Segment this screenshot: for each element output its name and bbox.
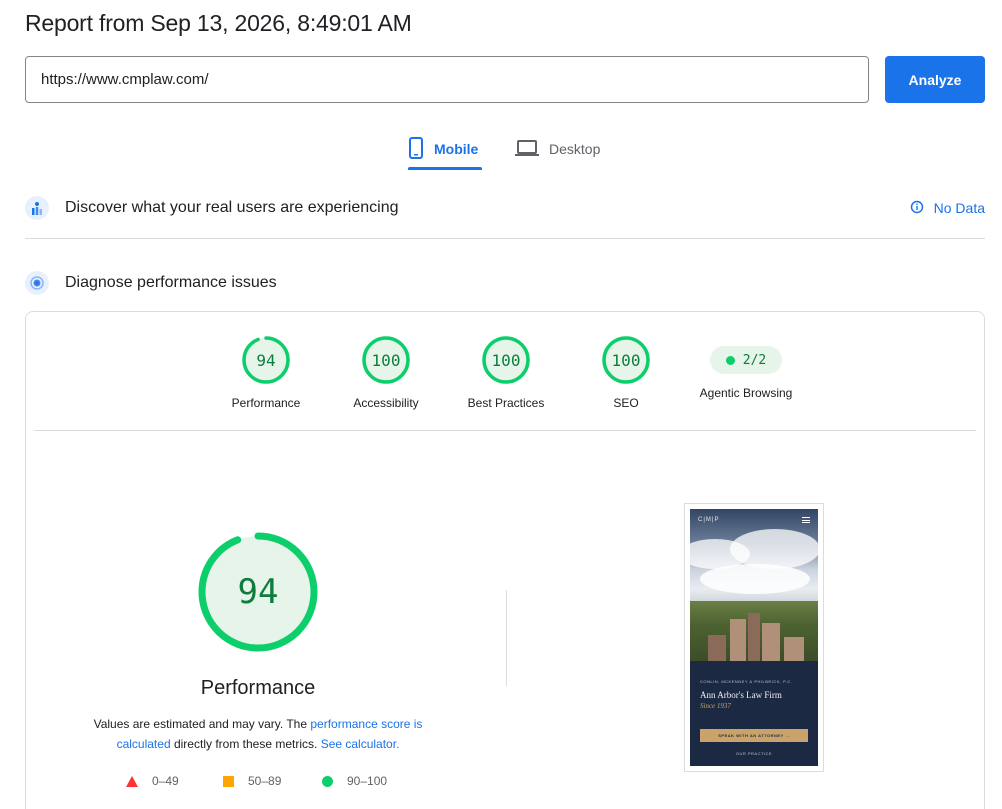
smartphone-icon — [408, 136, 424, 162]
url-input[interactable] — [25, 56, 869, 103]
screenshot-link: OUR PRACTICE — [735, 751, 773, 756]
tab-mobile-label: Mobile — [434, 141, 479, 157]
no-data-label: No Data — [933, 200, 985, 216]
screenshot-heading: Ann Arbor's Law Firm — [700, 690, 782, 700]
legend-pass-label: 90–100 — [347, 774, 388, 788]
average-square-icon — [223, 775, 234, 787]
performance-explanation: Values are estimated and may vary. The p… — [78, 714, 438, 754]
performance-big-score: 94 — [237, 572, 279, 612]
report-title: Report from Sep 13, 2026, 8:49:01 AM — [25, 10, 412, 36]
screenshot-brand: C|M|P — [698, 517, 720, 523]
gauge-score: 100 — [491, 350, 521, 370]
gauge-ring: 94 — [242, 336, 290, 384]
screenshot-tagline: CONLIN, MCKENNEY & PHILBRICK, P.C. — [700, 679, 793, 684]
gauge-label: SEO — [613, 396, 639, 410]
legend-average-label: 50–89 — [248, 774, 282, 788]
agentic-score: 2/2 — [742, 352, 767, 368]
analyze-button[interactable]: Analyze — [885, 56, 985, 103]
device-tabs: Mobile Desktop — [0, 128, 1002, 172]
gauge-accessibility[interactable]: 100 Accessibility — [326, 336, 446, 410]
gauge-label: Accessibility — [353, 396, 419, 410]
page-screenshot-image: C|M|P CONLIN, MCKENNEY & PHILBRICK, P.C.… — [690, 509, 818, 766]
users-chart-icon — [25, 196, 49, 220]
gauge-seo[interactable]: 100 SEO — [566, 336, 686, 410]
explain-prefix: Values are estimated and may vary. The — [93, 717, 308, 731]
active-tab-indicator — [408, 167, 482, 170]
tab-mobile[interactable]: Mobile — [408, 128, 482, 170]
screenshot-menu-icon — [802, 517, 810, 523]
field-data-title: Discover what your real users are experi… — [65, 199, 399, 216]
explain-middle: directly from these metrics. — [173, 737, 318, 751]
final-screenshot[interactable]: C|M|P CONLIN, MCKENNEY & PHILBRICK, P.C.… — [684, 503, 824, 772]
legend-average: 50–89 — [223, 774, 281, 788]
gauge-score: 100 — [611, 350, 641, 370]
card-divider — [34, 430, 976, 431]
lighthouse-report-card: 94 Performance 100 Accessibility 100 Bes… — [25, 311, 985, 809]
tab-desktop[interactable]: Desktop — [515, 128, 607, 170]
diagnose-icon — [25, 271, 49, 295]
tab-desktop-label: Desktop — [549, 141, 601, 157]
screenshot-cta: SPEAK WITH AN ATTORNEY → — [700, 729, 808, 742]
gauge-agentic-browsing[interactable]: 2/2 Agentic Browsing — [686, 336, 806, 400]
fail-triangle-icon — [126, 775, 138, 787]
gauge-performance[interactable]: 94 Performance — [206, 336, 326, 410]
legend-pass: 90–100 — [322, 774, 387, 788]
gauge-ring: 100 — [602, 336, 650, 384]
lab-data-section: Diagnose performance issues — [25, 269, 985, 297]
pass-dot-icon — [725, 355, 735, 365]
see-calculator-link[interactable]: See calculator. — [321, 737, 400, 751]
sky-image — [690, 509, 818, 609]
laptop-icon — [515, 139, 539, 160]
gauge-ring: 100 — [362, 336, 410, 384]
score-legend: 0–49 50–89 90–100 — [126, 774, 406, 790]
legend-fail-label: 0–49 — [152, 774, 179, 788]
no-data-link[interactable]: No Data — [910, 194, 985, 222]
lab-data-title: Diagnose performance issues — [65, 274, 277, 291]
info-icon — [910, 200, 924, 217]
section-divider — [25, 238, 985, 239]
gauge-score: 100 — [371, 350, 401, 370]
agentic-pill: 2/2 — [710, 346, 782, 374]
gauge-best-practices[interactable]: 100 Best Practices — [446, 336, 566, 410]
gauge-label: Agentic Browsing — [699, 386, 793, 400]
pass-circle-icon — [322, 775, 333, 787]
performance-title: Performance — [200, 677, 316, 699]
legend-fail: 0–49 — [126, 774, 179, 788]
gauge-ring: 100 — [482, 336, 530, 384]
gauge-score: 94 — [256, 350, 276, 370]
gauge-label: Best Practices — [467, 396, 545, 410]
performance-big-gauge: 94 — [198, 532, 318, 652]
gauge-label: Performance — [231, 396, 301, 410]
screenshot-since: Since 1937 — [700, 702, 731, 710]
vertical-divider — [506, 590, 507, 686]
field-data-section: Discover what your real users are experi… — [25, 194, 985, 222]
